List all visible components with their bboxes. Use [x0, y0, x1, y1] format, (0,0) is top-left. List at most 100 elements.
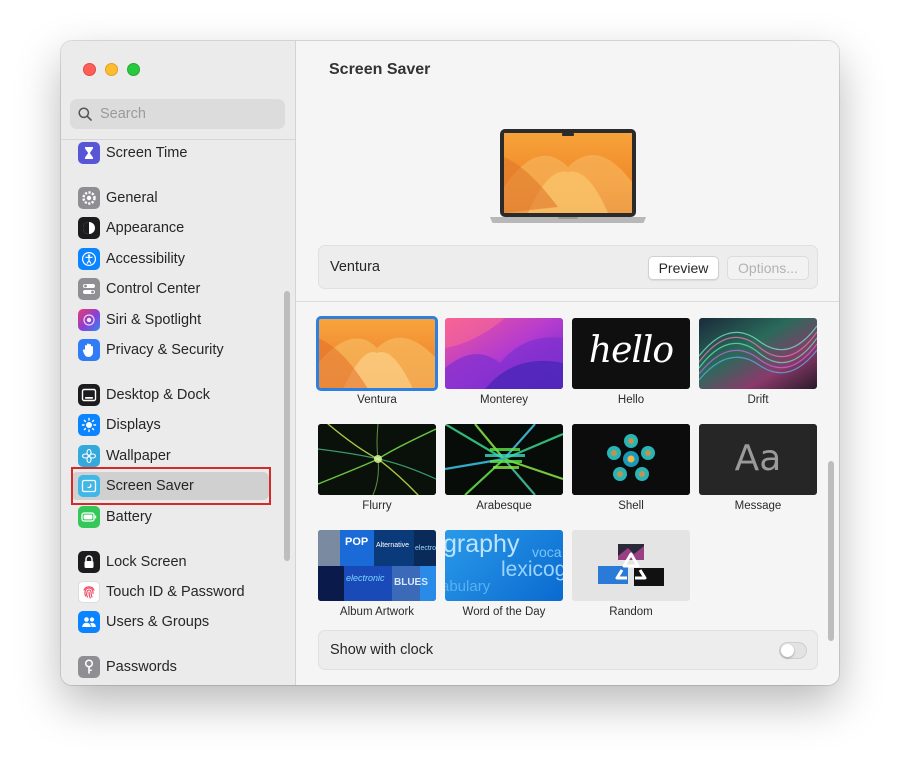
- toggle-knob: [781, 644, 794, 657]
- saver-thumbnail: graphy voca lexicog abulary: [445, 530, 563, 601]
- battery-icon: [78, 506, 100, 528]
- saver-label: Random: [609, 606, 653, 618]
- saver-label: Flurry: [362, 500, 392, 512]
- hourglass-icon: [78, 142, 100, 164]
- traffic-lights: [83, 63, 140, 76]
- options-button[interactable]: Options...: [727, 256, 809, 280]
- sidebar-item-label: Lock Screen: [106, 554, 187, 570]
- hand-icon: [78, 339, 100, 361]
- sidebar-item-desktop-dock[interactable]: Desktop & Dock: [71, 381, 269, 409]
- settings-window: Screen Time General Appearance Accessibi…: [61, 41, 839, 685]
- sidebar-item-label: Screen Time: [106, 145, 188, 161]
- saver-flurry[interactable]: Flurry: [318, 424, 436, 514]
- sidebar-item-label: Accessibility: [106, 251, 185, 267]
- screen-saver-icon: [78, 475, 100, 497]
- search-input[interactable]: [100, 106, 270, 122]
- message-thumb-text: Aa: [734, 438, 782, 479]
- selected-saver-name: Ventura: [330, 259, 380, 275]
- saver-label: Message: [734, 500, 782, 512]
- sidebar-item-displays[interactable]: Displays: [71, 411, 269, 439]
- accessibility-icon: [78, 248, 100, 270]
- preview-button[interactable]: Preview: [648, 256, 719, 280]
- saver-arabesque[interactable]: Arabesque: [445, 424, 563, 514]
- saver-label: Hello: [617, 394, 645, 406]
- saver-drift[interactable]: Drift: [699, 318, 817, 408]
- sidebar: Screen Time General Appearance Accessibi…: [61, 41, 296, 685]
- saver-thumbnail: hello: [572, 318, 690, 389]
- album-thumb-text: electronic: [346, 573, 385, 583]
- saver-thumbnail: [445, 424, 563, 495]
- sidebar-item-label: Touch ID & Password: [106, 584, 245, 600]
- show-with-clock-toggle[interactable]: [779, 642, 807, 659]
- sidebar-item-wallpaper[interactable]: Wallpaper: [71, 442, 269, 470]
- album-thumb-text: POP: [345, 536, 369, 548]
- control-center-icon: [78, 278, 100, 300]
- saver-label: Arabesque: [476, 500, 532, 512]
- saver-thumbnail: [318, 424, 436, 495]
- saver-thumbnail: [572, 530, 690, 601]
- sidebar-item-general[interactable]: General: [71, 184, 269, 212]
- saver-ventura[interactable]: Ventura: [316, 316, 438, 408]
- saver-label: Shell: [618, 500, 644, 512]
- sidebar-item-battery[interactable]: Battery: [71, 503, 269, 531]
- sidebar-item-label: Passwords: [106, 659, 177, 675]
- sidebar-item-label: Control Center: [106, 281, 201, 297]
- sidebar-item-touch-id-password[interactable]: Touch ID & Password: [71, 578, 269, 606]
- sidebar-item-label: Users & Groups: [106, 614, 210, 630]
- content-divider: [296, 301, 839, 302]
- search-field[interactable]: [70, 99, 285, 129]
- maximize-window-button[interactable]: [127, 63, 140, 76]
- sidebar-item-passwords[interactable]: Passwords: [71, 653, 269, 681]
- album-thumb-text: Alternative: [376, 542, 410, 549]
- album-thumb-text: BLUES: [394, 577, 428, 588]
- users-icon: [78, 611, 100, 633]
- minimize-window-button[interactable]: [105, 63, 118, 76]
- sidebar-item-label: Desktop & Dock: [106, 387, 210, 403]
- saver-random[interactable]: Random: [572, 530, 690, 620]
- sidebar-item-screen-time[interactable]: Screen Time: [71, 139, 269, 167]
- laptop-preview-image: [490, 129, 646, 223]
- main-pane: Screen Saver Ventura Preview Options...: [296, 41, 839, 685]
- page-title: Screen Saver: [329, 61, 431, 78]
- sun-icon: [78, 414, 100, 436]
- saver-thumbnail: [445, 318, 563, 389]
- selected-saver-row: Ventura Preview Options...: [318, 245, 818, 289]
- saver-label: Monterey: [480, 394, 528, 406]
- word-thumb-text: lexicog: [501, 558, 563, 581]
- siri-icon: [78, 309, 100, 331]
- sidebar-item-label: Displays: [106, 417, 161, 433]
- saver-monterey[interactable]: Monterey: [445, 318, 563, 408]
- saver-label: Word of the Day: [462, 606, 546, 618]
- show-with-clock-row: Show with clock: [318, 630, 818, 670]
- saver-message[interactable]: Aa Message: [699, 424, 817, 514]
- saver-shell[interactable]: Shell: [572, 424, 690, 514]
- saver-label: Drift: [747, 394, 769, 406]
- saver-hello[interactable]: hello Hello: [572, 318, 690, 408]
- word-thumb-text: abulary: [445, 578, 491, 595]
- sidebar-item-label: General: [106, 190, 158, 206]
- sidebar-item-appearance[interactable]: Appearance: [71, 214, 269, 242]
- sidebar-item-label: Siri & Spotlight: [106, 312, 202, 328]
- sidebar-item-label: Appearance: [106, 220, 185, 236]
- fingerprint-icon: [78, 581, 100, 603]
- sidebar-item-label: Battery: [106, 509, 152, 525]
- saver-album-artwork[interactable]: POP Alternative electronic BLUES electro…: [318, 530, 436, 620]
- sidebar-item-siri-spotlight[interactable]: Siri & Spotlight: [71, 306, 269, 334]
- close-window-button[interactable]: [83, 63, 96, 76]
- sidebar-item-control-center[interactable]: Control Center: [71, 275, 269, 303]
- sidebar-item-lock-screen[interactable]: Lock Screen: [71, 548, 269, 576]
- hello-thumb-text: hello: [588, 330, 674, 371]
- sidebar-item-screen-saver[interactable]: Screen Saver: [71, 472, 269, 500]
- sidebar-item-privacy-security[interactable]: Privacy & Security: [71, 336, 269, 364]
- sidebar-item-accessibility[interactable]: Accessibility: [71, 245, 269, 273]
- search-icon: [78, 107, 92, 121]
- saver-word-of-the-day[interactable]: graphy voca lexicog abulary Word of the …: [445, 530, 563, 620]
- sidebar-scrollbar[interactable]: [284, 291, 290, 561]
- sidebar-item-users-groups[interactable]: Users & Groups: [71, 608, 269, 636]
- saver-thumbnail: [316, 316, 438, 391]
- main-scrollbar[interactable]: [828, 461, 834, 641]
- sidebar-item-label: Screen Saver: [106, 478, 194, 494]
- word-thumb-text: graphy: [445, 530, 520, 558]
- saver-thumbnail: [699, 318, 817, 389]
- saver-thumbnail: POP Alternative electronic BLUES electro: [318, 530, 436, 601]
